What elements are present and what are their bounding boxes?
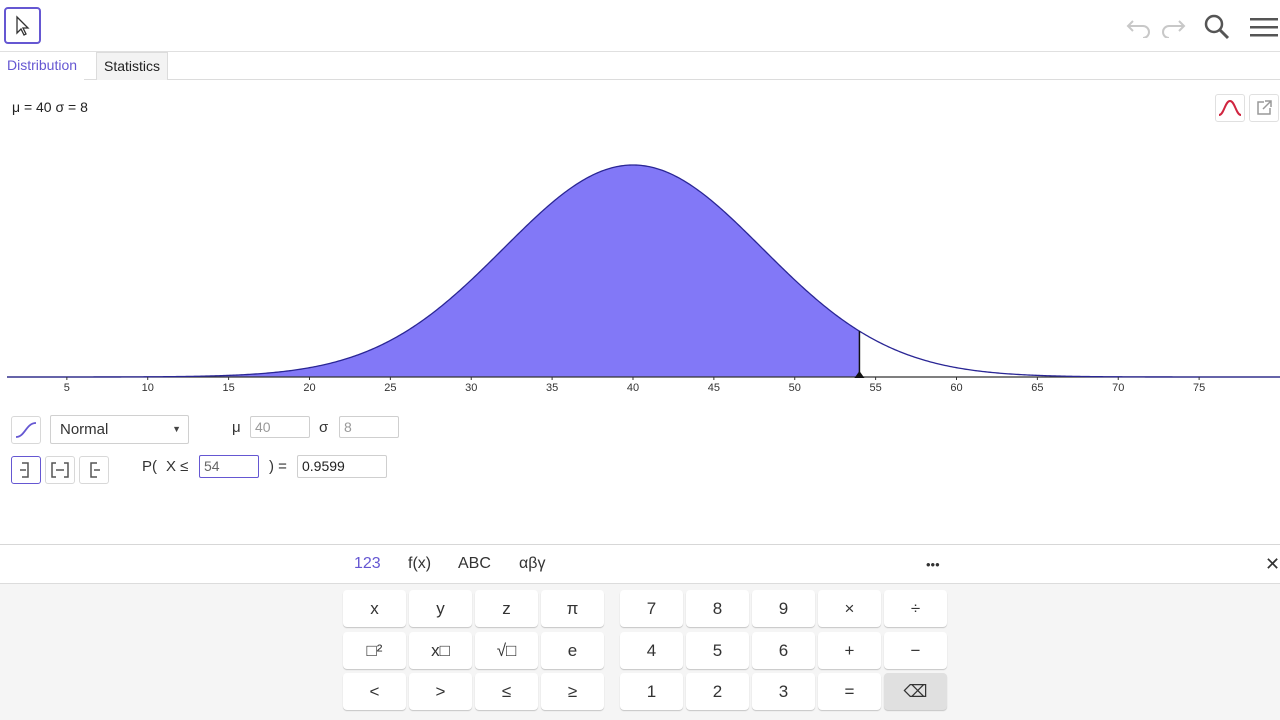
- undo-button[interactable]: [1124, 12, 1154, 42]
- hamburger-menu-icon: [1250, 18, 1278, 37]
- x-tick-label: 30: [465, 382, 477, 394]
- redo-button[interactable]: [1158, 12, 1188, 42]
- keyboard-tab-123[interactable]: 123: [354, 555, 381, 573]
- distribution-select-value: Normal: [60, 421, 109, 438]
- distribution-select[interactable]: Normal ▼: [50, 415, 189, 444]
- x-tick-label: 20: [303, 382, 315, 394]
- close-keyboard-button[interactable]: ✕: [1265, 554, 1280, 575]
- key-z[interactable]: z: [475, 590, 538, 627]
- redo-icon: [1162, 20, 1186, 38]
- sigma-input[interactable]: 8: [339, 416, 399, 438]
- undo-icon: [1126, 20, 1150, 38]
- mu-input[interactable]: 40: [250, 416, 310, 438]
- probability-prefix: P(: [142, 458, 157, 475]
- x-tick-label: 15: [222, 382, 234, 394]
- key-x[interactable]: x: [343, 590, 406, 627]
- x-tick-label: 25: [384, 382, 396, 394]
- keyboard-tabs: 123 f(x) ABC αβγ ••• ✕: [0, 545, 1280, 584]
- virtual-keyboard: 123 f(x) ABC αβγ ••• ✕ x y z π 7 8 9 × ÷ □² x□ √□ e 4…: [0, 544, 1280, 720]
- view-tabs: Distribution Statistics: [0, 52, 1280, 80]
- more-options-button[interactable]: •••: [926, 557, 940, 572]
- toolbar: [0, 0, 1280, 52]
- tab-statistics[interactable]: Statistics: [96, 52, 169, 80]
- x-tick-label: 65: [1031, 382, 1043, 394]
- upper-bound-input[interactable]: 54: [199, 455, 259, 478]
- dropdown-arrow-icon: ▼: [172, 424, 181, 434]
- x-tick-label: 60: [950, 382, 962, 394]
- mu-label: μ: [232, 419, 241, 436]
- bell-curve-icon: [1218, 99, 1242, 116]
- sigma-label: σ: [319, 419, 329, 436]
- x-tick-label: 10: [142, 382, 154, 394]
- x-tick-label: 40: [627, 382, 639, 394]
- x-tick-label: 75: [1193, 382, 1205, 394]
- x-tick-label: 70: [1112, 382, 1124, 394]
- key-8[interactable]: 8: [686, 590, 749, 627]
- key-y[interactable]: y: [409, 590, 472, 627]
- key-less-equal[interactable]: ≤: [475, 673, 538, 710]
- move-tool-button[interactable]: [4, 7, 41, 44]
- key-3[interactable]: 3: [752, 673, 815, 710]
- key-2[interactable]: 2: [686, 673, 749, 710]
- probability-variable: X ≤: [166, 458, 189, 475]
- backspace-key[interactable]: ⌫: [884, 673, 947, 710]
- key-times[interactable]: ×: [818, 590, 881, 627]
- menu-button[interactable]: [1248, 12, 1278, 42]
- key-9[interactable]: 9: [752, 590, 815, 627]
- key-5[interactable]: 5: [686, 632, 749, 669]
- probability-equals: ) =: [269, 458, 287, 475]
- key-square[interactable]: □²: [343, 632, 406, 669]
- keyboard-tab-abc[interactable]: ABC: [458, 555, 491, 573]
- interval-button[interactable]: [45, 456, 75, 484]
- x-tick-label: 50: [789, 382, 801, 394]
- x-tick-label: 5: [64, 382, 70, 394]
- key-less[interactable]: <: [343, 673, 406, 710]
- search-button[interactable]: [1202, 12, 1232, 42]
- key-sqrt[interactable]: √□: [475, 632, 538, 669]
- search-icon: [1204, 14, 1230, 40]
- right-sided-button[interactable]: [79, 456, 109, 484]
- key-e[interactable]: e: [541, 632, 604, 669]
- right-bracket-icon: [90, 462, 100, 478]
- left-sided-button[interactable]: [11, 456, 41, 484]
- distribution-params-label: μ = 40 σ = 8: [12, 99, 88, 115]
- tab-distribution[interactable]: Distribution: [0, 52, 85, 80]
- keyboard-tab-functions[interactable]: f(x): [408, 555, 431, 573]
- key-greater-equal[interactable]: ≥: [541, 673, 604, 710]
- curve-style-button[interactable]: [1215, 94, 1245, 122]
- shaded-probability-area: [7, 165, 860, 377]
- x-tick-label: 55: [869, 382, 881, 394]
- key-pi[interactable]: π: [541, 590, 604, 627]
- x-tick-label: 35: [546, 382, 558, 394]
- key-divide[interactable]: ÷: [884, 590, 947, 627]
- key-4[interactable]: 4: [620, 632, 683, 669]
- x-tick-label: 45: [708, 382, 720, 394]
- left-bracket-icon: [20, 462, 29, 478]
- keyboard-tab-greek[interactable]: αβγ: [519, 555, 545, 573]
- key-equals[interactable]: =: [818, 673, 881, 710]
- key-minus[interactable]: −: [884, 632, 947, 669]
- key-7[interactable]: 7: [620, 590, 683, 627]
- interval-bracket-icon: [51, 462, 69, 478]
- key-plus[interactable]: +: [818, 632, 881, 669]
- key-greater[interactable]: >: [409, 673, 472, 710]
- distribution-plot[interactable]: 5 10 15 20 25 30 35 40 45 50 55 60 65 70 75: [0, 140, 1280, 405]
- export-button[interactable]: [1249, 94, 1279, 122]
- cdf-curve-icon: [15, 422, 37, 438]
- external-link-icon: [1257, 100, 1272, 115]
- probability-result[interactable]: 0.9599: [297, 455, 387, 478]
- key-1[interactable]: 1: [620, 673, 683, 710]
- key-power[interactable]: x□: [409, 632, 472, 669]
- cumulative-toggle-button[interactable]: [11, 416, 41, 444]
- key-6[interactable]: 6: [752, 632, 815, 669]
- cursor-arrow-icon: [15, 14, 30, 36]
